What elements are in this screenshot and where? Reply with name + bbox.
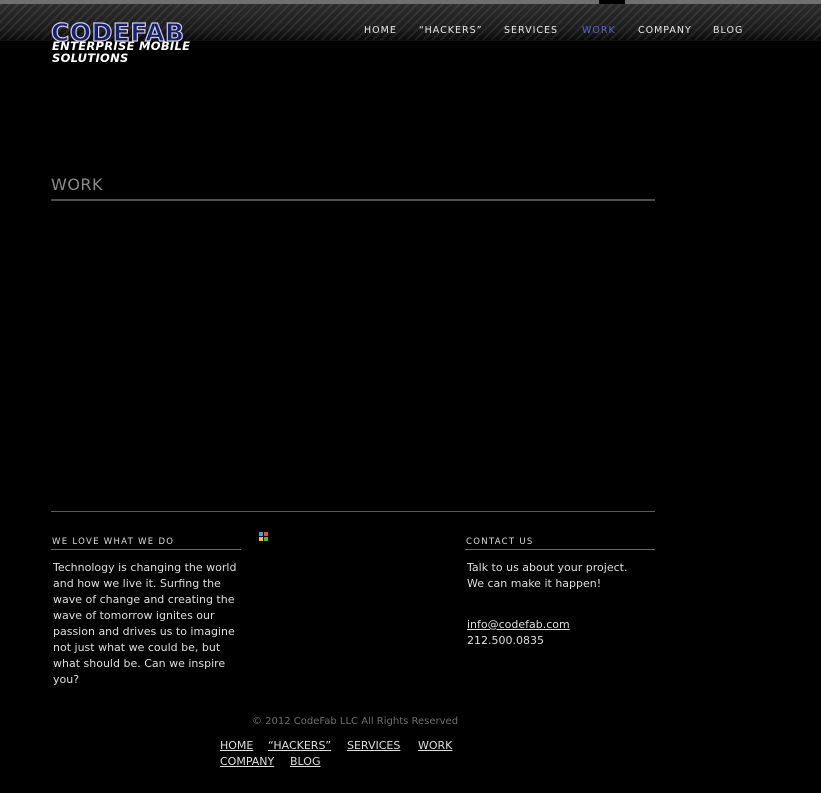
contact-phone: 212.500.0835 (467, 634, 544, 647)
nav-services[interactable]: SERVICES (504, 25, 558, 36)
footer-link-company[interactable]: COMPANY (220, 755, 274, 768)
about-heading-rule (51, 549, 241, 550)
puzzle-icon[interactable] (258, 531, 271, 543)
about-text: Technology is changing the world and how… (53, 561, 237, 686)
footer-link-hackers[interactable]: “HACKERS” (268, 739, 331, 752)
nav-blog[interactable]: BLOG (713, 25, 743, 36)
contact-text: Talk to us about your project. We can ma… (467, 561, 628, 590)
footer-link-services[interactable]: SERVICES (347, 739, 400, 752)
contact-email-link[interactable]: info@codefab.com (467, 618, 570, 631)
codefab-logo[interactable]: CODEFAB ENTERPRISE MOBILE SOLUTIONS (50, 18, 211, 65)
logo-tagline-line2: SOLUTIONS (52, 51, 129, 65)
nav-hackers[interactable]: “HACKERS” (419, 25, 483, 36)
footer-link-home[interactable]: HOME (220, 739, 253, 752)
contact-heading-rule (465, 549, 655, 550)
nav-work[interactable]: WORK (582, 25, 616, 36)
copyright: © 2012 CodeFab LLC All Rights Reserved (252, 716, 459, 727)
footer-link-blog[interactable]: BLOG (290, 755, 320, 768)
nav-company[interactable]: COMPANY (638, 25, 692, 36)
footer-divider (51, 511, 655, 512)
contact-heading: CONTACT US (466, 537, 534, 547)
title-divider (51, 199, 655, 201)
nav-home[interactable]: HOME (364, 25, 397, 36)
page-title: WORK (51, 175, 104, 194)
footer-link-work[interactable]: WORK (418, 739, 452, 752)
about-heading: WE LOVE WHAT WE DO (52, 537, 175, 547)
